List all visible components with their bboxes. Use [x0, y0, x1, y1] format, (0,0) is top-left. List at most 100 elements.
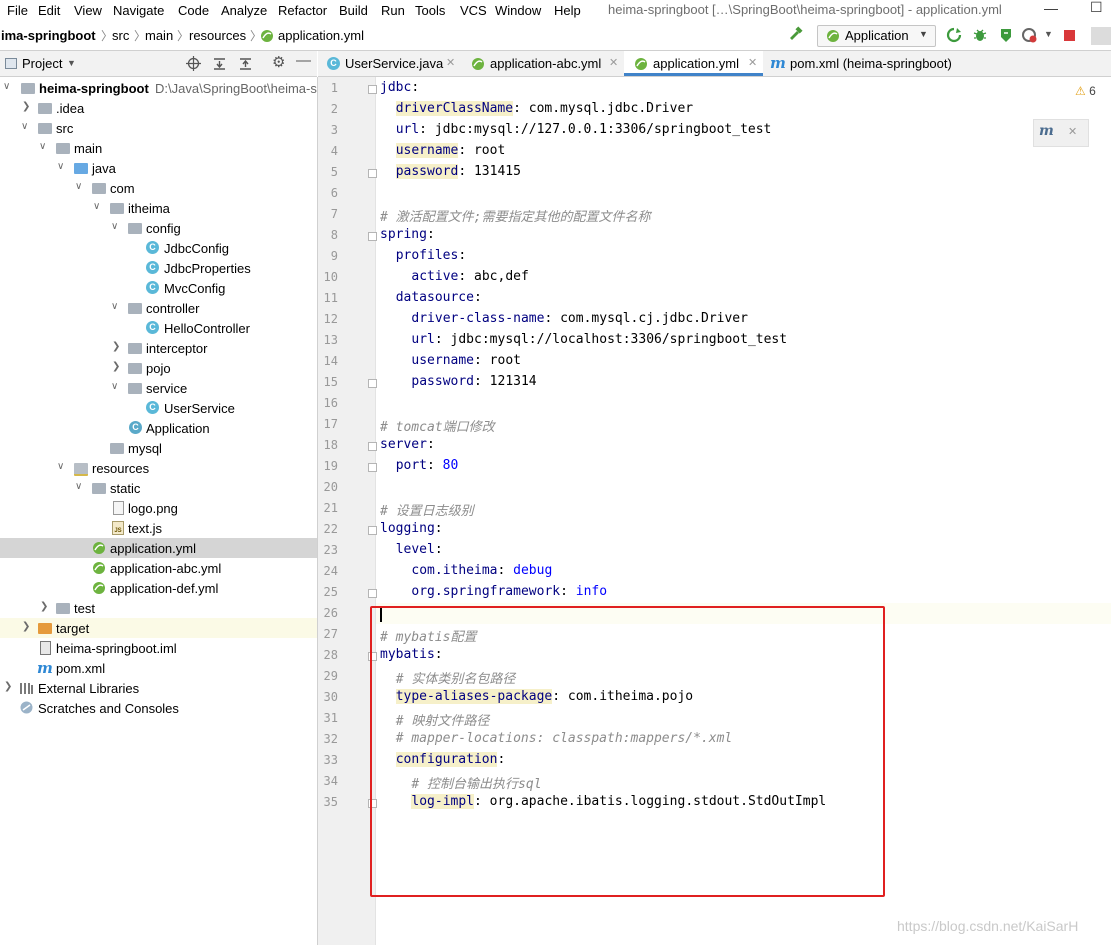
tree-item-userservice[interactable]: C UserService	[0, 398, 317, 418]
breadcrumb-file[interactable]: application.yml	[278, 28, 364, 43]
chevron-down-icon[interactable]: ∨	[111, 381, 118, 392]
chevron-right-icon[interactable]: ❯	[112, 341, 120, 352]
close-icon[interactable]: ✕	[1068, 125, 1077, 138]
tab-application-yml[interactable]: application.yml ✕	[624, 51, 763, 76]
tree-item-idea[interactable]: ❯ .idea	[0, 98, 317, 118]
tree-item-static[interactable]: ∨ static	[0, 478, 317, 498]
stop-icon[interactable]	[1064, 30, 1075, 41]
fold-marker-icon[interactable]	[368, 589, 377, 598]
tree-item-main[interactable]: ∨ main	[0, 138, 317, 158]
coverage-icon[interactable]	[998, 27, 1014, 43]
tree-item-pojo[interactable]: ❯ pojo	[0, 358, 317, 378]
view-dropdown-icon[interactable]: ▼	[67, 58, 76, 68]
fold-marker-icon[interactable]	[368, 463, 377, 472]
close-icon[interactable]: ✕	[446, 56, 455, 69]
chevron-down-icon[interactable]: ∨	[57, 161, 64, 172]
fold-marker-icon[interactable]	[368, 85, 377, 94]
chevron-down-icon[interactable]: ∨	[57, 461, 64, 472]
close-icon[interactable]: ✕	[748, 56, 757, 69]
tree-item-application-yml[interactable]: application.yml	[0, 538, 317, 558]
tree-item-iml[interactable]: heima-springboot.iml	[0, 638, 317, 658]
build-hammer-icon[interactable]	[788, 26, 804, 42]
fold-marker-icon[interactable]	[368, 442, 377, 451]
gear-icon[interactable]: ⚙	[272, 53, 285, 71]
tree-item-service[interactable]: ∨ service	[0, 378, 317, 398]
locate-file-icon[interactable]	[186, 56, 201, 71]
tree-item-external-libraries[interactable]: ❯ External Libraries	[0, 678, 317, 698]
tree-item-mysql[interactable]: mysql	[0, 438, 317, 458]
more-dropdown-icon[interactable]: ▼	[1044, 29, 1053, 39]
chevron-right-icon[interactable]: ❯	[112, 361, 120, 372]
tree-item-hellocontroller[interactable]: C HelloController	[0, 318, 317, 338]
hide-panel-icon[interactable]: —	[296, 52, 311, 69]
tree-item-java[interactable]: ∨ java	[0, 158, 317, 178]
project-panel-title[interactable]: Project	[22, 56, 62, 71]
tree-item-application-def-yml[interactable]: application-def.yml	[0, 578, 317, 598]
tree-item-jdbcproperties[interactable]: C JdbcProperties	[0, 258, 317, 278]
menu-run[interactable]: Run	[381, 3, 405, 18]
chevron-right-icon[interactable]: ❯	[22, 101, 30, 112]
debug-bug-icon[interactable]	[972, 27, 988, 43]
tree-item-mvcconfig[interactable]: C MvcConfig	[0, 278, 317, 298]
maximize-icon[interactable]: ☐	[1090, 0, 1103, 16]
warnings-indicator[interactable]: ⚠ 6	[1075, 84, 1096, 98]
menu-tools[interactable]: Tools	[415, 3, 445, 18]
chevron-down-icon[interactable]: ∨	[21, 121, 28, 132]
chevron-down-icon[interactable]: ∨	[93, 201, 100, 212]
menu-vcs[interactable]: VCS	[460, 3, 487, 18]
chevron-down-icon[interactable]: ∨	[75, 481, 82, 492]
minimize-icon[interactable]: —	[1044, 0, 1058, 16]
tree-item-test[interactable]: ❯ test	[0, 598, 317, 618]
menu-view[interactable]: View	[74, 3, 102, 18]
tab-pom-xml[interactable]: m pom.xml (heima-springboot)	[763, 51, 963, 76]
chevron-right-icon[interactable]: ❯	[4, 681, 12, 692]
chevron-right-icon[interactable]: ❯	[22, 621, 30, 632]
chevron-down-icon[interactable]: ∨	[75, 181, 82, 192]
menu-window[interactable]: Window	[495, 3, 541, 18]
menu-analyze[interactable]: Analyze	[221, 3, 267, 18]
breadcrumb-src[interactable]: src	[112, 28, 129, 43]
chevron-down-icon[interactable]: ∨	[3, 81, 10, 92]
menu-navigate[interactable]: Navigate	[113, 3, 164, 18]
maven-reload-icon[interactable]: m	[1039, 123, 1054, 139]
menu-file[interactable]: File	[7, 3, 28, 18]
chevron-down-icon[interactable]: ∨	[111, 301, 118, 312]
tree-item-config[interactable]: ∨ config	[0, 218, 317, 238]
tree-item-com[interactable]: ∨ com	[0, 178, 317, 198]
chevron-down-icon[interactable]: ∨	[111, 221, 118, 232]
chevron-down-icon[interactable]: ∨	[39, 141, 46, 152]
menu-edit[interactable]: Edit	[38, 3, 60, 18]
menu-code[interactable]: Code	[178, 3, 209, 18]
fold-marker-icon[interactable]	[368, 169, 377, 178]
tree-item-controller[interactable]: ∨ controller	[0, 298, 317, 318]
tree-item-application-class[interactable]: C Application	[0, 418, 317, 438]
breadcrumb-project[interactable]: ima-springboot	[1, 28, 96, 43]
tree-item-jdbcconfig[interactable]: C JdbcConfig	[0, 238, 317, 258]
fold-marker-icon[interactable]	[368, 526, 377, 535]
tree-item-interceptor[interactable]: ❯ interceptor	[0, 338, 317, 358]
chevron-right-icon[interactable]: ❯	[40, 601, 48, 612]
tree-item-text-js[interactable]: JS text.js	[0, 518, 317, 538]
menu-refactor[interactable]: Refactor	[278, 3, 327, 18]
tree-item-logo-png[interactable]: logo.png	[0, 498, 317, 518]
tree-item-resources[interactable]: ∨ resources	[0, 458, 317, 478]
tab-application-abc-yml[interactable]: application-abc.yml ✕	[461, 51, 624, 76]
expand-all-icon[interactable]	[212, 56, 227, 71]
menu-build[interactable]: Build	[339, 3, 368, 18]
tree-item-project-root[interactable]: ∨ heima-springboot D:\Java\SpringBoot\he…	[0, 78, 317, 98]
tree-item-itheima[interactable]: ∨ itheima	[0, 198, 317, 218]
breadcrumb-main[interactable]: main	[145, 28, 173, 43]
run-config-select[interactable]: Application ▼	[817, 25, 936, 47]
fold-marker-icon[interactable]	[368, 232, 377, 241]
profile-icon[interactable]	[1022, 27, 1038, 43]
breadcrumb-resources[interactable]: resources	[189, 28, 246, 43]
close-icon[interactable]: ✕	[609, 56, 618, 69]
menu-help[interactable]: Help	[554, 3, 581, 18]
tab-userservice-java[interactable]: C UserService.java ✕	[318, 51, 461, 76]
fold-marker-icon[interactable]	[368, 379, 377, 388]
tree-item-target[interactable]: ❯ target	[0, 618, 317, 638]
tree-item-pom-xml[interactable]: m pom.xml	[0, 658, 317, 678]
tree-item-scratches[interactable]: Scratches and Consoles	[0, 698, 317, 718]
toolbar-overflow[interactable]	[1091, 27, 1111, 45]
rerun-icon[interactable]	[946, 27, 962, 43]
